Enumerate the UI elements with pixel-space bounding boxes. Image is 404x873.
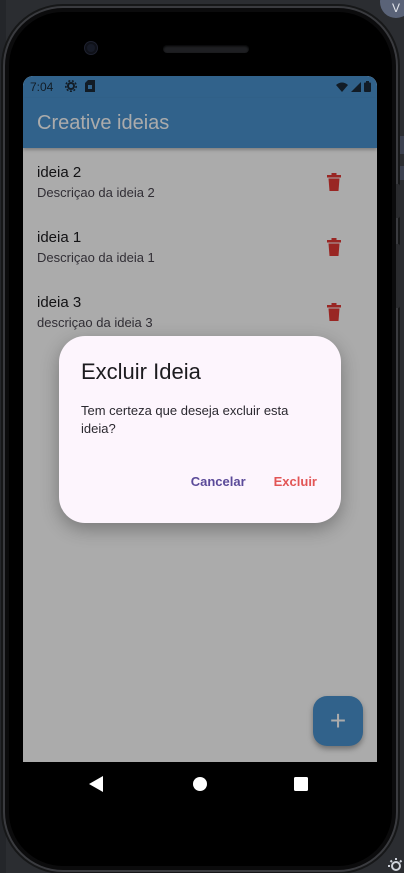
device-emulator-stage: V 7:04 Creative ideias ideia 2 Descriçao…	[0, 0, 404, 873]
dialog-title: Excluir Ideia	[81, 359, 201, 384]
confirm-delete-dialog: Excluir Ideia Tem certeza que deseja exc…	[59, 336, 341, 523]
corner-badge-label: V	[391, 1, 400, 15]
right-strip-mark	[398, 136, 404, 154]
home-button[interactable]	[190, 774, 210, 794]
right-strip-mark	[398, 166, 404, 180]
settings-gear-icon[interactable]	[384, 852, 404, 872]
earpiece-speaker	[163, 45, 249, 53]
power-button[interactable]	[396, 184, 400, 218]
recents-button[interactable]	[291, 774, 311, 794]
back-icon	[89, 776, 103, 792]
app-screen: 7:04 Creative ideias ideia 2 Descriçao d…	[23, 76, 377, 762]
volume-button[interactable]	[396, 244, 400, 308]
corner-badge: V	[380, 0, 404, 18]
back-button[interactable]	[86, 774, 106, 794]
front-camera	[85, 42, 97, 54]
dialog-actions: Cancelar Excluir	[191, 470, 317, 493]
confirm-delete-button[interactable]: Excluir	[274, 470, 317, 493]
recents-icon	[294, 777, 308, 791]
cancel-button[interactable]: Cancelar	[191, 470, 246, 493]
dialog-message: Tem certeza que deseja excluir esta idei…	[81, 403, 289, 436]
home-icon	[193, 777, 207, 791]
system-navigation-bar	[23, 762, 377, 806]
